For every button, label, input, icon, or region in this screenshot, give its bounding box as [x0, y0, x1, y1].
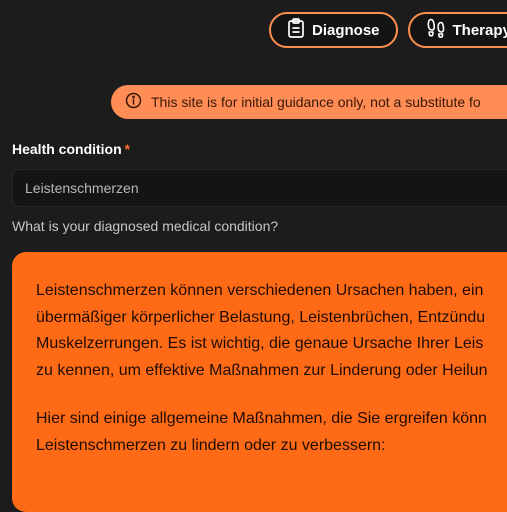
info-icon [125, 92, 142, 112]
response-line: Hier sind einige allgemeine Maßnahmen, d… [36, 410, 487, 427]
disclaimer-text: This site is for initial guidance only, … [151, 94, 481, 110]
therapy-label: Therapy [452, 21, 507, 39]
response-card: Leistenschmerzen können verschiedenen Ur… [12, 252, 507, 512]
health-condition-helper-text: What is your diagnosed medical condition… [12, 218, 279, 234]
therapy-button[interactable]: Therapy [407, 12, 507, 48]
disclaimer-banner: This site is for initial guidance only, … [111, 85, 507, 119]
footprints-icon [426, 18, 446, 42]
response-line: Leistenschmerzen zu lindern oder zu verb… [36, 436, 386, 454]
diagnose-label: Diagnose [312, 21, 380, 39]
required-marker: * [124, 141, 131, 157]
response-line: übermäßiger körperlicher Belastung, Leis… [36, 308, 486, 326]
response-line: Muskelzerrungen. Es ist wichtig, die gen… [36, 335, 484, 352]
clipboard-icon [287, 18, 305, 42]
health-condition-input[interactable] [12, 169, 507, 207]
response-paragraph: Leistenschmerzen können verschiedenen Ur… [36, 278, 507, 384]
health-condition-label-text: Health condition [12, 141, 122, 157]
diagnose-button[interactable]: Diagnose [269, 12, 398, 48]
response-paragraph: Hier sind einige allgemeine Maßnahmen, d… [36, 406, 507, 459]
response-line: Leistenschmerzen können verschiedenen Ur… [36, 282, 484, 299]
response-line: zu kennen, um effektive Maßnahmen zur Li… [36, 361, 488, 379]
health-condition-label: Health condition * [12, 141, 130, 157]
top-navigation: Diagnose Therapy [269, 12, 507, 48]
